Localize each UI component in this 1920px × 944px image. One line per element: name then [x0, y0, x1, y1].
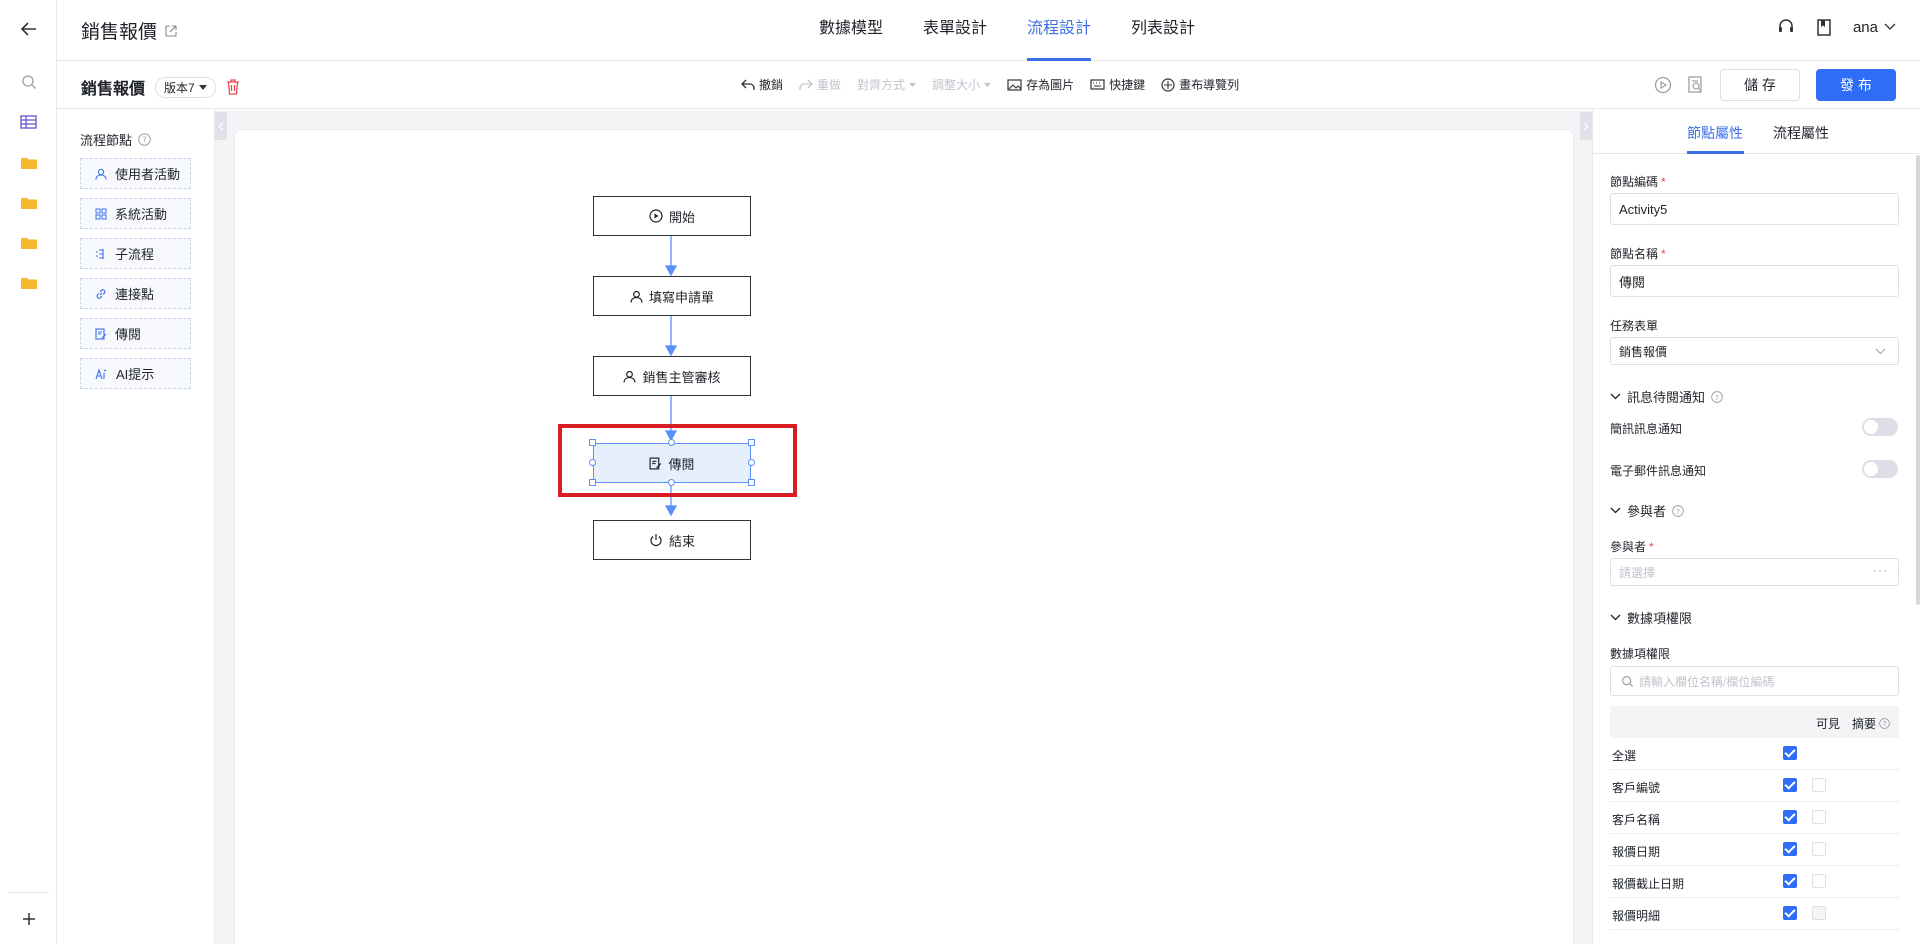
svg-text:?: ?	[1883, 720, 1887, 728]
visible-checkbox[interactable]	[1783, 842, 1797, 856]
summary-checkbox[interactable]	[1812, 778, 1826, 792]
summary-checkbox[interactable]	[1812, 874, 1826, 888]
field-search-input[interactable]: 請輸入欄位名稱/欄位編碼	[1610, 666, 1899, 696]
sms-notify-toggle[interactable]	[1862, 418, 1898, 436]
table-row: 客戶編號	[1610, 770, 1899, 802]
flow-node-label: 結束	[668, 533, 695, 549]
flow-node-end[interactable]: 結束	[593, 520, 751, 560]
more-icon[interactable]: ···	[1873, 563, 1888, 577]
field-name: 報價日期	[1612, 845, 1661, 859]
visible-checkbox[interactable]	[1783, 746, 1797, 760]
table-row: 客戶名稱	[1610, 802, 1899, 834]
sms-notify-label: 簡訊訊息通知	[1610, 422, 1683, 436]
chevron-down-icon	[1610, 393, 1621, 400]
chevron-down-icon	[1875, 348, 1886, 355]
visible-checkbox[interactable]	[1783, 906, 1797, 920]
selection-highlight-box	[558, 424, 797, 497]
search-icon	[1622, 676, 1634, 688]
email-notify-label: 電子郵件訊息通知	[1610, 464, 1707, 478]
notify-section-header[interactable]: 訊息待閱通知 ?	[1610, 387, 1723, 406]
visible-checkbox[interactable]	[1783, 874, 1797, 888]
power-icon	[650, 534, 662, 547]
flow-node-fill-form[interactable]: 填寫申請單	[593, 276, 751, 316]
visible-checkbox[interactable]	[1783, 810, 1797, 824]
col-summary-header: 摘要 ?	[1852, 715, 1890, 732]
flow-node-label: 銷售主管審核	[642, 369, 721, 385]
notify-section-title: 訊息待閱通知	[1627, 390, 1706, 405]
participants-section-title: 參與者	[1627, 504, 1667, 519]
col-summary-label: 摘要	[1852, 717, 1877, 731]
flow-node-label: 填寫申請單	[648, 289, 714, 305]
participants-placeholder: 請選擇	[1619, 565, 1656, 580]
node-code-input[interactable]: Activity5	[1610, 193, 1899, 225]
user-icon	[623, 370, 636, 383]
field-name: 全選	[1612, 749, 1637, 763]
visible-checkbox[interactable]	[1783, 778, 1797, 792]
summary-checkbox[interactable]	[1812, 810, 1826, 824]
field-search-placeholder: 請輸入欄位名稱/欄位編碼	[1639, 674, 1775, 689]
active-tab-underline	[1687, 151, 1744, 154]
data-permission-section-header[interactable]: 數據項權限	[1610, 608, 1692, 627]
table-row: 報價截止日期	[1610, 866, 1899, 898]
participants-input[interactable]: 請選擇 ···	[1610, 558, 1899, 586]
help-icon: ?	[1711, 390, 1723, 403]
properties-panel: 節點屬性 流程屬性 節點編碼 * Activity5 節點名稱 * 傳閱 任務表單 …	[1592, 110, 1920, 944]
field-name: 客戶名稱	[1612, 813, 1661, 827]
participants-section-header[interactable]: 參與者 ?	[1610, 501, 1684, 520]
field-name: 報價明細	[1612, 909, 1661, 923]
data-permission-label: 數據項權限	[1610, 647, 1671, 661]
node-code-label-text: 節點編碼	[1610, 175, 1659, 189]
flow-node-start[interactable]: 開始	[593, 196, 751, 236]
tab-node-properties[interactable]: 節點屬性	[1687, 123, 1743, 143]
properties-tabs: 節點屬性 流程屬性	[1593, 110, 1920, 154]
summary-checkbox	[1812, 906, 1826, 920]
node-name-input[interactable]: 傳閱	[1610, 265, 1899, 297]
help-icon: ?	[1672, 504, 1684, 517]
field-name: 報價截止日期	[1612, 877, 1685, 891]
svg-text:?: ?	[1676, 506, 1680, 515]
permission-table-header: 可見 摘要 ?	[1610, 706, 1899, 738]
user-icon	[630, 290, 643, 303]
node-name-label: 節點名稱 *	[1610, 245, 1666, 262]
summary-checkbox[interactable]	[1812, 842, 1826, 856]
required-mark: *	[1661, 247, 1666, 261]
panel-scrollbar[interactable]	[1916, 155, 1920, 605]
flow-node-manager-review[interactable]: 銷售主管審核	[593, 356, 751, 396]
task-form-label: 任務表單	[1610, 319, 1659, 333]
col-visible-header: 可見	[1816, 717, 1841, 731]
flow-node-label: 開始	[668, 209, 695, 225]
required-mark: *	[1661, 175, 1666, 189]
task-form-select[interactable]: 銷售報價	[1610, 337, 1899, 365]
email-notify-toggle[interactable]	[1862, 460, 1898, 478]
table-row: 報價明細	[1610, 898, 1899, 930]
required-mark: *	[1649, 540, 1654, 554]
participants-label: 參與者 *	[1610, 538, 1654, 555]
help-icon: ?	[1879, 718, 1890, 729]
field-name: 客戶編號	[1612, 781, 1661, 795]
table-row: 報價日期	[1610, 834, 1899, 866]
participants-label-text: 參與者	[1610, 540, 1647, 554]
play-circle-icon	[649, 209, 663, 223]
node-name-label-text: 節點名稱	[1610, 247, 1659, 261]
table-row: 全選	[1610, 738, 1899, 770]
tab-flow-properties[interactable]: 流程屬性	[1773, 123, 1829, 143]
chevron-down-icon	[1610, 507, 1621, 514]
task-form-value: 銷售報價	[1619, 344, 1668, 359]
node-code-label: 節點編碼 *	[1610, 173, 1666, 190]
chevron-down-icon	[1610, 614, 1621, 621]
svg-text:?: ?	[1715, 392, 1719, 401]
data-permission-section-title: 數據項權限	[1627, 611, 1693, 626]
